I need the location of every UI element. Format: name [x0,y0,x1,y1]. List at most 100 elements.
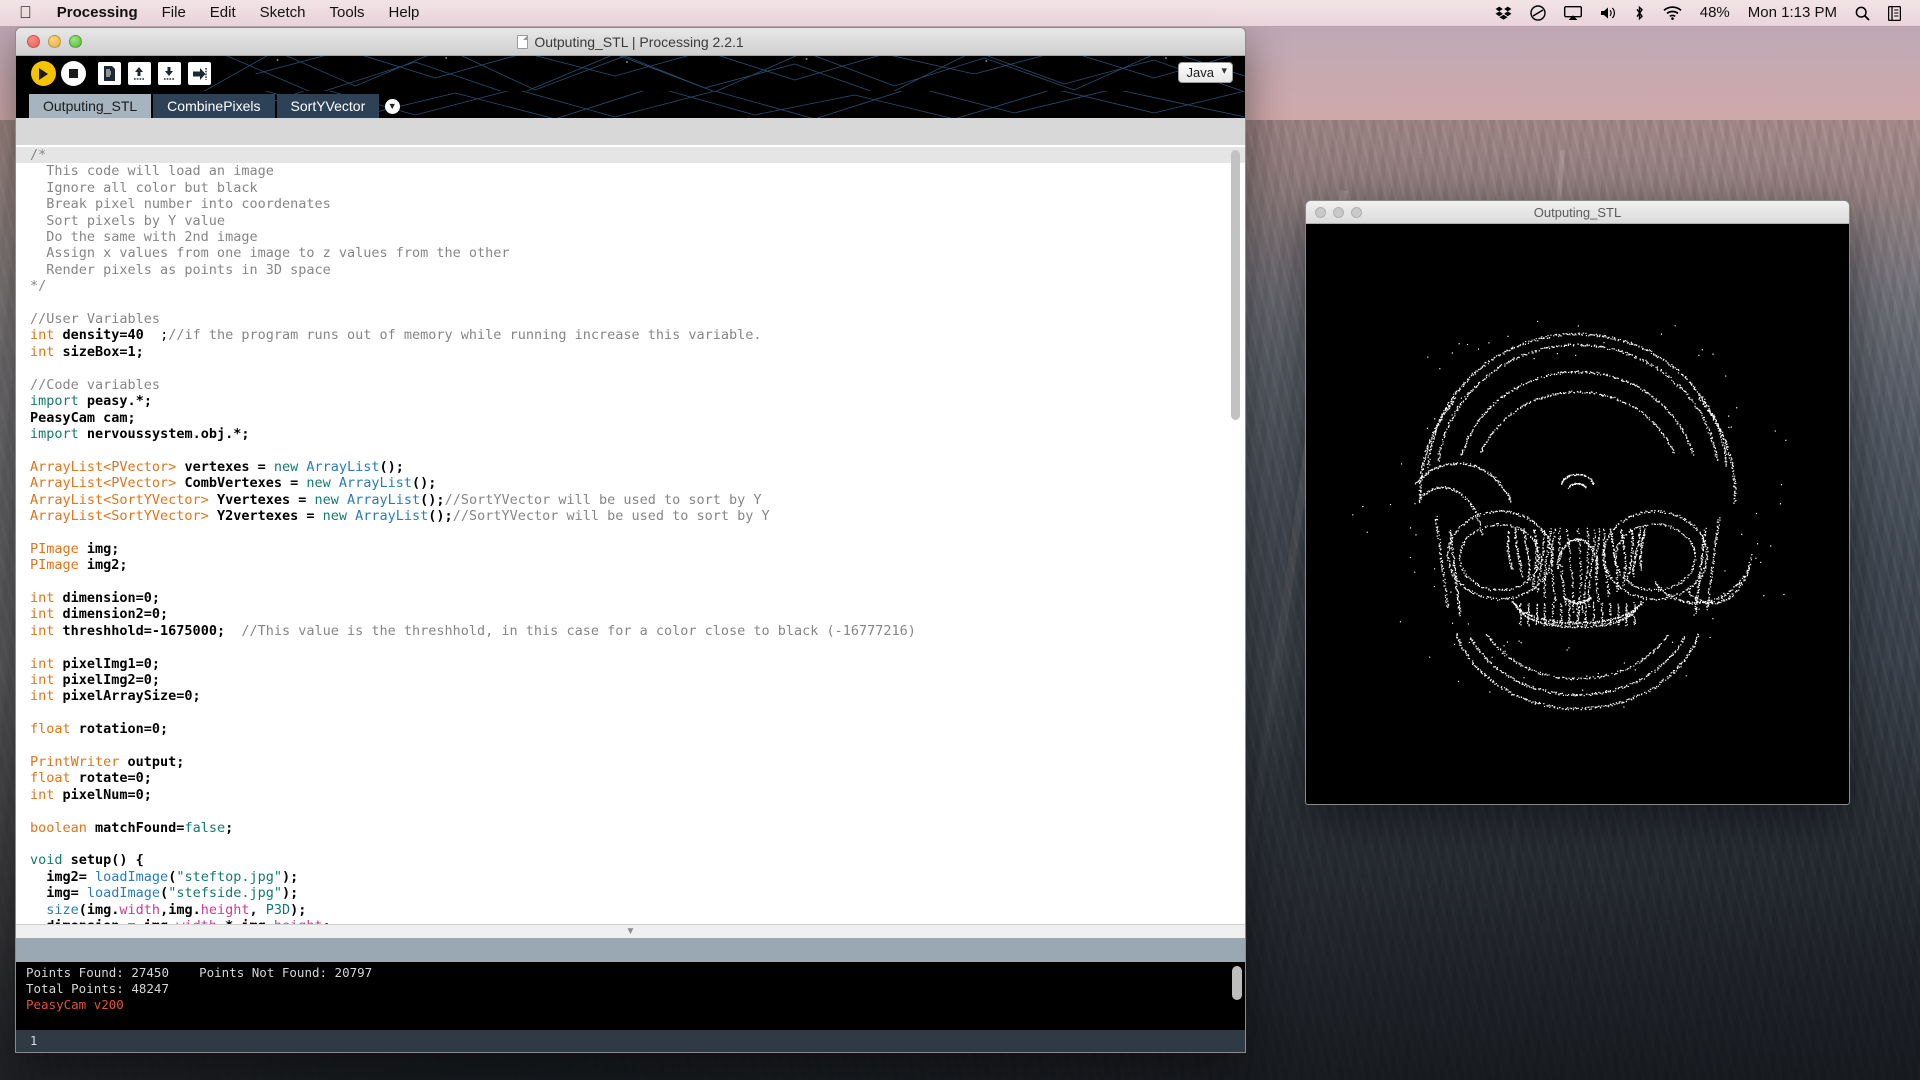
document-icon [517,34,529,49]
ide-status-bar [16,938,1245,962]
sketch-render-window[interactable]: Outputing_STL [1305,200,1850,805]
search-icon[interactable] [1846,6,1879,21]
new-button[interactable] [96,61,122,87]
code-line: float rotate=0; [30,770,152,787]
code-line: int pixelArraySize=0; [30,688,201,705]
code-line: ArrayList<SortYVector> Y2vertexes = new … [30,507,770,524]
line-number: 1 [30,1034,38,1048]
code-line: int pixelImg2=0; [30,672,161,688]
hscroll-thumb[interactable]: ▼ [626,926,636,937]
console-line: PeasyCam v200 [26,997,124,1012]
export-button[interactable] [186,61,212,87]
code-line: Ignore all color but black [30,179,258,196]
processing-ide-window[interactable]: Outputing_STL | Processing 2.2.1 Java ▾ … [15,27,1246,1053]
editor-horizontal-scrollbar[interactable]: ▼ [16,924,1245,938]
menubar-clock[interactable]: Mon 1:13 PM [1739,0,1846,26]
code-line: PImage img2; [30,557,128,574]
apple-menu-icon[interactable]:  [10,1,45,25]
code-line: int sizeBox=1; [30,343,144,360]
ide-title-text: Outputing_STL | Processing 2.2.1 [534,33,744,50]
sketch-tab-combinepixels[interactable]: CombinePixels [153,94,275,118]
console-line: Total Points: 48247 [26,981,169,996]
code-line: Assign x values from one image to z valu… [30,245,510,262]
code-line: ArrayList<SortYVector> Yvertexes = new A… [30,491,762,508]
ide-window-title: Outputing_STL | Processing 2.2.1 [16,34,1245,50]
menu-item-help[interactable]: Help [377,0,432,26]
menu-item-processing[interactable]: Processing [45,0,150,26]
code-line: PImage img; [30,540,120,557]
sketch-title-bar[interactable]: Outputing_STL [1306,201,1849,224]
code-content[interactable]: /* This code will load an image Ignore a… [16,145,1245,938]
macos-menu-bar:  Processing File Edit Sketch Tools Help… [0,0,1920,27]
sketch-tab-sortyvector[interactable]: SortYVector [276,94,380,118]
skull-point-cloud-render [1352,320,1787,711]
code-line: float rotation=0; [30,721,169,738]
menu-item-sketch[interactable]: Sketch [248,0,318,26]
console-scrollbar-thumb[interactable] [1232,966,1242,1000]
volume-icon[interactable] [1591,6,1625,20]
menu-item-file[interactable]: File [150,0,198,26]
code-line: PeasyCam cam; [30,409,136,426]
battery-percent[interactable]: 48% [1691,0,1739,26]
console-output[interactable]: Points Found: 27450 Points Not Found: 20… [16,962,1245,1030]
code-line: int density=40 ;//if the program runs ou… [30,327,762,344]
code-line: //Code variables [30,376,161,393]
code-line: /* [16,147,1245,164]
console-line: Points Found: 27450 Points Not Found: 20… [26,965,373,980]
code-line: int dimension=0; [30,589,161,606]
editor-vertical-scrollbar[interactable] [1230,148,1241,932]
code-line: This code will load an image [30,163,274,180]
code-line: ArrayList<PVector> vertexes = new ArrayL… [30,458,404,475]
code-line: size(img.width,img.height, P3D); [46,901,307,918]
mode-selector[interactable]: Java [1177,62,1233,83]
code-line: Break pixel number into coordenates [30,196,331,213]
tab-label: CombinePixels [167,98,261,114]
code-line: int pixelImg1=0; [30,655,161,672]
scrollbar-thumb[interactable] [1231,150,1240,420]
console-scrollbar[interactable] [1232,966,1242,1026]
code-editor[interactable]: /* This code will load an image Ignore a… [16,145,1245,938]
line-number-bar: 1 [16,1030,1245,1052]
code-line: Sort pixels by Y value [30,212,226,229]
code-line: import nervoussystem.obj.*; [30,425,250,442]
code-line: int dimension2=0; [30,606,169,623]
bluetooth-icon[interactable] [1625,5,1654,21]
sketch-canvas[interactable] [1306,224,1849,804]
dropbox-icon[interactable] [1486,6,1521,21]
ide-title-bar[interactable]: Outputing_STL | Processing 2.2.1 [16,28,1245,56]
menu-item-edit[interactable]: Edit [198,0,248,26]
stop-button[interactable] [60,61,86,87]
ide-toolbar[interactable]: Java [16,56,1245,91]
open-button[interactable] [126,61,152,87]
airplay-icon[interactable] [1555,5,1591,21]
code-line: import peasy.*; [30,393,152,410]
time-machine-icon[interactable] [1521,5,1555,21]
chevron-down-icon[interactable]: ▼ [381,94,403,118]
wifi-icon[interactable] [1654,6,1691,20]
code-line: PrintWriter output; [30,754,185,771]
code-line: void setup() { [30,852,144,869]
tab-label: SortYVector [290,98,366,114]
code-line: int threshhold=-1675000; //This value is… [30,622,916,639]
code-line: img2= loadImage("steftop.jpg"); [30,868,299,885]
run-button[interactable] [30,61,56,87]
notification-center-icon[interactable] [1879,5,1910,21]
code-line: //User Variables [30,311,161,328]
code-line: Render pixels as points in 3D space [30,261,331,278]
sketch-tab-bar[interactable]: Outputing_STL CombinePixels SortYVector … [16,91,1245,118]
sketch-tab-outputing-stl[interactable]: Outputing_STL [29,94,152,118]
code-line: boolean matchFound=false; [30,819,234,836]
code-line: */ [30,278,47,295]
code-line: img= loadImage("stefside.jpg"); [30,885,299,902]
save-button[interactable] [156,61,182,87]
menu-item-tools[interactable]: Tools [318,0,377,26]
